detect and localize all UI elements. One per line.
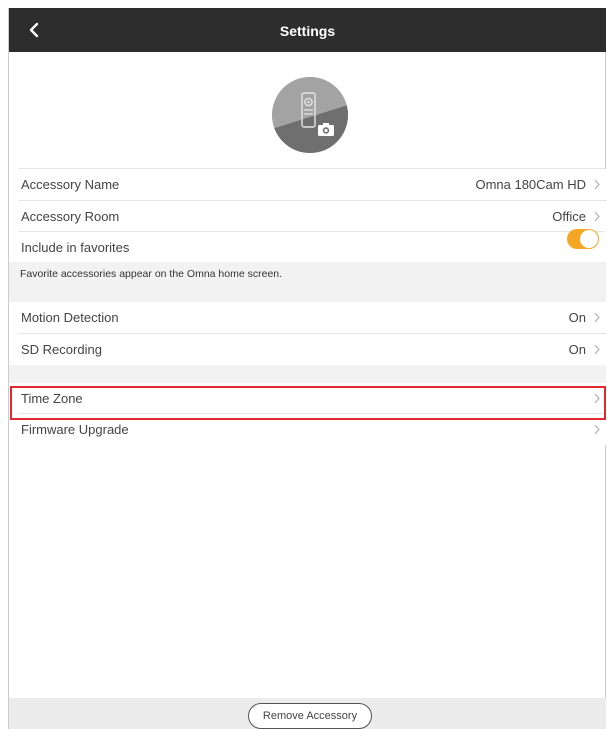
remove-accessory-button[interactable]: Remove Accessory	[248, 703, 372, 729]
chevron-right-icon	[594, 211, 600, 222]
device-avatar	[272, 77, 348, 153]
toggle-knob	[580, 230, 598, 248]
sd-recording-row[interactable]: SD Recording On	[9, 334, 606, 365]
favorites-note-text: Favorite accessories appear on the Omna …	[20, 268, 283, 280]
footer-bar: Remove Accessory	[9, 698, 606, 729]
chevron-right-icon	[594, 393, 600, 404]
firmware-upgrade-label: Firmware Upgrade	[21, 422, 129, 437]
settings-screen: Settings Accessory Name Omna 180Cam HD A…	[8, 8, 606, 729]
favorites-toggle[interactable]	[567, 229, 599, 249]
motion-detection-row[interactable]: Motion Detection On	[9, 302, 606, 333]
chevron-right-icon	[594, 424, 600, 435]
motion-detection-label: Motion Detection	[21, 310, 119, 325]
accessory-room-value: Office	[552, 209, 586, 224]
section-gap	[9, 365, 606, 383]
accessory-name-label: Accessory Name	[21, 177, 120, 192]
time-zone-label: Time Zone	[21, 391, 83, 406]
accessory-room-row[interactable]: Accessory Room Office	[9, 201, 606, 232]
chevron-right-icon	[594, 179, 600, 190]
sd-recording-label: SD Recording	[21, 342, 102, 357]
motion-detection-value: On	[568, 310, 586, 325]
firmware-upgrade-row[interactable]: Firmware Upgrade	[9, 414, 606, 445]
accessory-room-label: Accessory Room	[21, 209, 120, 224]
back-button[interactable]	[23, 18, 47, 42]
chevron-right-icon	[594, 312, 600, 323]
favorites-note: Favorite accessories appear on the Omna …	[9, 262, 606, 302]
nav-bar: Settings	[9, 8, 606, 52]
chevron-left-icon	[29, 22, 39, 38]
camera-device-icon	[272, 77, 348, 153]
favorites-row: Include in favorites	[9, 232, 606, 263]
sd-recording-value: On	[568, 342, 586, 357]
page-title: Settings	[279, 23, 336, 39]
accessory-name-value: Omna 180Cam HD	[475, 177, 586, 192]
accessory-name-row[interactable]: Accessory Name Omna 180Cam HD	[9, 169, 606, 200]
chevron-right-icon	[594, 344, 600, 355]
time-zone-row[interactable]: Time Zone	[9, 383, 606, 414]
favorites-label: Include in favorites	[21, 240, 130, 255]
